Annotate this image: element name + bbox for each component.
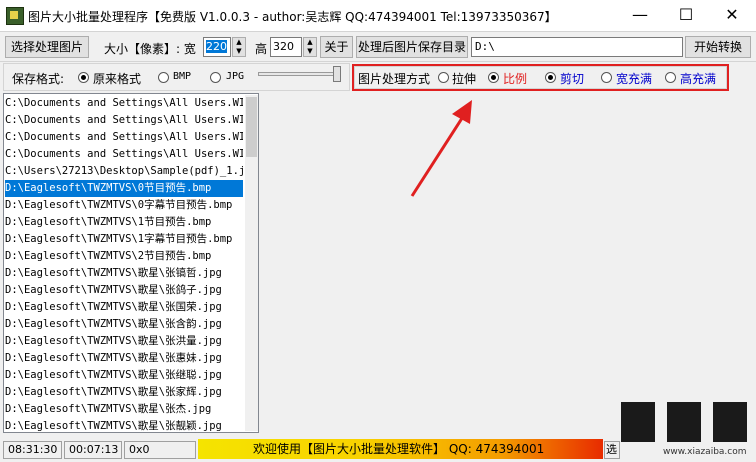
size-label: 大小【像素】: 宽 <box>104 42 196 56</box>
list-item[interactable]: C:\Users\27213\Desktop\Sample(pdf)_1.jpg <box>5 163 243 180</box>
status-marquee: 欢迎使用【图片大小批量处理软件】 QQ: 474394001 <box>198 439 603 459</box>
format-jpg-radio[interactable] <box>210 72 221 83</box>
watermark-glyph-1 <box>621 402 655 442</box>
list-item[interactable]: C:\Documents and Settings\All Users.WINI <box>5 129 243 146</box>
format-original-radio[interactable] <box>78 72 89 83</box>
annotation-highlight-box <box>352 64 729 91</box>
list-item[interactable]: D:\Eaglesoft\TWZMTVS\1字幕节目预告.bmp <box>5 231 243 248</box>
watermark-glyph-2 <box>667 402 701 442</box>
list-item[interactable]: D:\Eaglesoft\TWZMTVS\歌星\张杰.jpg <box>5 401 243 418</box>
list-item[interactable]: D:\Eaglesoft\TWZMTVS\歌星\张继聪.jpg <box>5 367 243 384</box>
annotation-arrow-icon <box>410 100 472 197</box>
save-directory-button[interactable]: 处理后图片保存目录 <box>356 36 468 58</box>
preview-area <box>261 93 756 433</box>
watermark: www.xiazaiba.com <box>617 402 756 462</box>
width-stepper[interactable]: ▲ ▼ <box>232 37 246 57</box>
format-bmp-radio[interactable] <box>158 72 169 83</box>
status-time: 08:31:30 <box>3 441 62 459</box>
list-item[interactable]: D:\Eaglesoft\TWZMTVS\歌星\张含韵.jpg <box>5 316 243 333</box>
list-item[interactable]: D:\Eaglesoft\TWZMTVS\0字幕节目预告.bmp <box>5 197 243 214</box>
list-item[interactable]: D:\Eaglesoft\TWZMTVS\歌星\张靓颖.jpg <box>5 418 243 432</box>
file-list-scroll-thumb[interactable] <box>246 97 257 157</box>
minimize-button[interactable]: — <box>617 0 663 31</box>
title-divider <box>0 31 756 32</box>
format-original-label[interactable]: 原来格式 <box>93 70 141 87</box>
list-item[interactable]: C:\Documents and Settings\All Users.WINI <box>5 95 243 112</box>
file-list-scrollbar[interactable] <box>245 95 258 431</box>
save-directory-input[interactable]: D:\ <box>471 37 683 57</box>
format-jpg-label[interactable]: JPG <box>226 71 244 82</box>
list-item[interactable]: D:\Eaglesoft\TWZMTVS\0节目预告.bmp <box>5 180 243 197</box>
quality-slider-track[interactable] <box>258 72 338 76</box>
list-item[interactable]: D:\Eaglesoft\TWZMTVS\歌星\张惠妹.jpg <box>5 350 243 367</box>
file-list[interactable]: C:\Documents and Settings\All Users.WINI… <box>3 93 259 433</box>
format-label: 保存格式: <box>12 72 65 86</box>
watermark-url: www.xiazaiba.com <box>663 447 747 457</box>
list-item[interactable]: D:\Eaglesoft\TWZMTVS\歌星\张鸽子.jpg <box>5 282 243 299</box>
window-title: 图片大小批量处理程序【免费版 V1.0.0.3 - author:吴志辉 QQ:… <box>28 10 557 24</box>
toolbar-divider <box>0 61 756 62</box>
height-value: 320 <box>273 40 294 53</box>
status-count: 0x0 <box>124 441 196 459</box>
format-bmp-label[interactable]: BMP <box>173 71 191 82</box>
about-button[interactable]: 关于 <box>320 36 353 58</box>
width-value: 220 <box>206 40 227 53</box>
height-stepper[interactable]: ▲ ▼ <box>303 37 317 57</box>
status-elapsed: 00:07:13 <box>64 441 122 459</box>
watermark-glyph-3 <box>713 402 747 442</box>
list-item[interactable]: D:\Eaglesoft\TWZMTVS\2节目预告.bmp <box>5 248 243 265</box>
height-input[interactable]: 320 <box>270 37 302 57</box>
select-images-button[interactable]: 选择处理图片 <box>5 36 89 58</box>
list-item[interactable]: D:\Eaglesoft\TWZMTVS\歌星\张洪量.jpg <box>5 333 243 350</box>
quality-slider-thumb[interactable] <box>333 66 341 82</box>
list-item[interactable]: D:\Eaglesoft\TWZMTVS\歌星\张镐哲.jpg <box>5 265 243 282</box>
title-bar: 图片大小批量处理程序【免费版 V1.0.0.3 - author:吴志辉 QQ:… <box>0 0 756 31</box>
maximize-button[interactable]: ☐ <box>663 0 709 31</box>
start-convert-button[interactable]: 开始转换 <box>685 36 751 58</box>
list-item[interactable]: D:\Eaglesoft\TWZMTVS\歌星\张家辉.jpg <box>5 384 243 401</box>
close-button[interactable]: ✕ <box>709 0 755 31</box>
list-item[interactable]: C:\Documents and Settings\All Users.WINI <box>5 112 243 129</box>
list-item[interactable]: D:\Eaglesoft\TWZMTVS\歌星\张国荣.jpg <box>5 299 243 316</box>
list-item[interactable]: D:\Eaglesoft\TWZMTVS\1节目预告.bmp <box>5 214 243 231</box>
list-item[interactable]: C:\Documents and Settings\All Users.WINI <box>5 146 243 163</box>
height-label: 高 <box>255 42 268 56</box>
app-icon <box>6 7 24 25</box>
width-input[interactable]: 220 <box>203 37 231 57</box>
